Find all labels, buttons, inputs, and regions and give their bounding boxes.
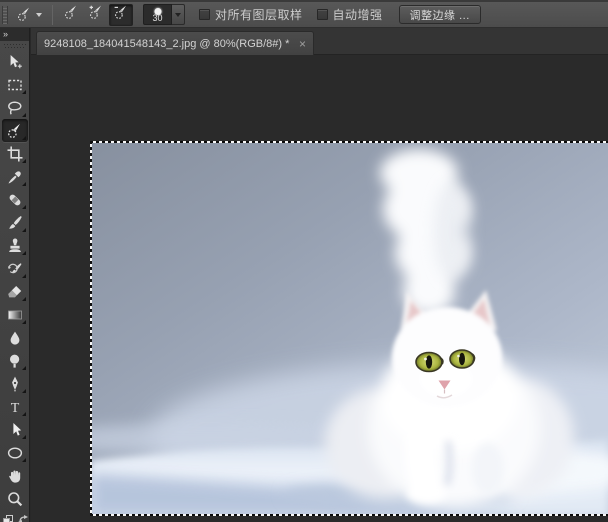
- sample-all-layers-option: 对所有图层取样: [199, 6, 303, 23]
- brush-size-widget: 30: [143, 4, 185, 25]
- tool-zoom[interactable]: [2, 487, 28, 510]
- default-colors-icon[interactable]: [3, 512, 14, 522]
- selection-marching-ants-left: [90, 141, 92, 516]
- tool-dodge[interactable]: [2, 349, 28, 372]
- brush-size-preview[interactable]: 30: [143, 4, 172, 25]
- chevron-down-icon: [36, 13, 42, 17]
- tools-list: T: [0, 50, 29, 510]
- add-to-selection-mode-button[interactable]: [84, 4, 108, 26]
- brush-size-value: 30: [144, 13, 171, 24]
- tools-panel: » T: [0, 28, 30, 522]
- tools-panel-grip[interactable]: [0, 41, 29, 50]
- tool-eyedropper[interactable]: [2, 165, 28, 188]
- tool-type[interactable]: T: [2, 395, 28, 418]
- auto-enhance-checkbox[interactable]: [317, 9, 328, 20]
- auto-enhance-label: 自动增强: [333, 6, 383, 23]
- document-tab[interactable]: 9248108_184041548143_2.jpg @ 80%(RGB/8#)…: [36, 31, 314, 55]
- document-tab-strip: 9248108_184041548143_2.jpg @ 80%(RGB/8#)…: [31, 28, 608, 55]
- selection-marching-ants-bottom: [90, 514, 608, 516]
- subtract-from-selection-icon: [113, 4, 130, 26]
- add-to-selection-icon: [88, 4, 105, 26]
- cat-photo: [90, 141, 608, 516]
- refine-edge-button[interactable]: 调整边缘 ...: [399, 5, 481, 24]
- canvas-image[interactable]: [90, 141, 608, 516]
- selection-mode-group: [59, 4, 133, 26]
- subtract-from-selection-mode-button[interactable]: [109, 4, 133, 26]
- auto-enhance-option: 自动增强: [317, 6, 383, 23]
- tool-move[interactable]: [2, 50, 28, 73]
- tool-clone-stamp[interactable]: [2, 234, 28, 257]
- tools-panel-bottom: [0, 512, 30, 522]
- options-bar: 30 对所有图层取样 自动增强 调整边缘 ...: [0, 0, 608, 28]
- tool-ellipse[interactable]: [2, 441, 28, 464]
- tool-eraser[interactable]: [2, 280, 28, 303]
- tool-history-brush[interactable]: [2, 257, 28, 280]
- options-bar-grip[interactable]: [2, 6, 8, 24]
- quick-selection-brush-icon: [16, 6, 33, 23]
- tool-hand[interactable]: [2, 464, 28, 487]
- tool-quick-selection[interactable]: [2, 119, 28, 142]
- brush-size-dropdown-button[interactable]: [172, 4, 185, 25]
- tool-spot-healing-brush[interactable]: [2, 188, 28, 211]
- tool-path-selection[interactable]: [2, 418, 28, 441]
- tool-lasso[interactable]: [2, 96, 28, 119]
- tool-crop[interactable]: [2, 142, 28, 165]
- tools-panel-collapse-button[interactable]: »: [0, 28, 29, 41]
- sample-all-layers-checkbox[interactable]: [199, 9, 210, 20]
- close-icon[interactable]: ×: [299, 39, 306, 49]
- chevron-down-icon: [175, 13, 181, 17]
- tool-blur[interactable]: [2, 326, 28, 349]
- new-selection-mode-button[interactable]: [59, 4, 83, 26]
- selection-marching-ants-top: [90, 141, 608, 143]
- tool-rectangular-marquee[interactable]: [2, 73, 28, 96]
- swap-colors-icon[interactable]: [18, 512, 30, 522]
- tool-brush[interactable]: [2, 211, 28, 234]
- new-selection-icon: [63, 4, 80, 26]
- photoshop-window: 30 对所有图层取样 自动增强 调整边缘 ... » T 9248108_184…: [0, 0, 608, 522]
- divider: [52, 5, 53, 25]
- tool-gradient[interactable]: [2, 303, 28, 326]
- sample-all-layers-label: 对所有图层取样: [215, 6, 303, 23]
- svg-text:T: T: [10, 401, 19, 416]
- document-area: 9248108_184041548143_2.jpg @ 80%(RGB/8#)…: [31, 28, 608, 522]
- document-tab-title: 9248108_184041548143_2.jpg @ 80%(RGB/8#)…: [44, 38, 293, 50]
- tool-pen[interactable]: [2, 372, 28, 395]
- tool-preset-button[interactable]: [14, 5, 44, 24]
